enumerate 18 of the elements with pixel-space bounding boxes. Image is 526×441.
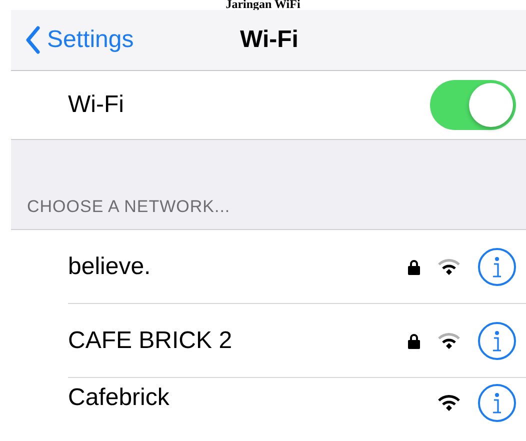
section-header: CHOOSE A NETWORK... [27,197,230,217]
chevron-left-icon [25,26,41,54]
caption: Jaringan WiFi [226,0,300,10]
info-icon [492,330,502,352]
lock-icon [408,258,420,274]
wifi-label: Wi-Fi [68,91,124,119]
info-button[interactable] [478,248,516,286]
lock-icon [408,332,420,348]
network-name[interactable]: Cafebrick [68,384,438,412]
page-title: Wi-Fi [240,26,298,54]
network-name[interactable]: CAFE BRICK 2 [68,326,408,354]
network-name[interactable]: believe. [68,252,408,280]
info-icon [492,256,502,278]
wifi-toggle[interactable] [430,80,516,130]
info-button[interactable] [478,322,516,360]
back-button[interactable]: Settings [11,26,134,54]
info-button[interactable] [478,384,516,422]
info-icon [492,392,502,414]
